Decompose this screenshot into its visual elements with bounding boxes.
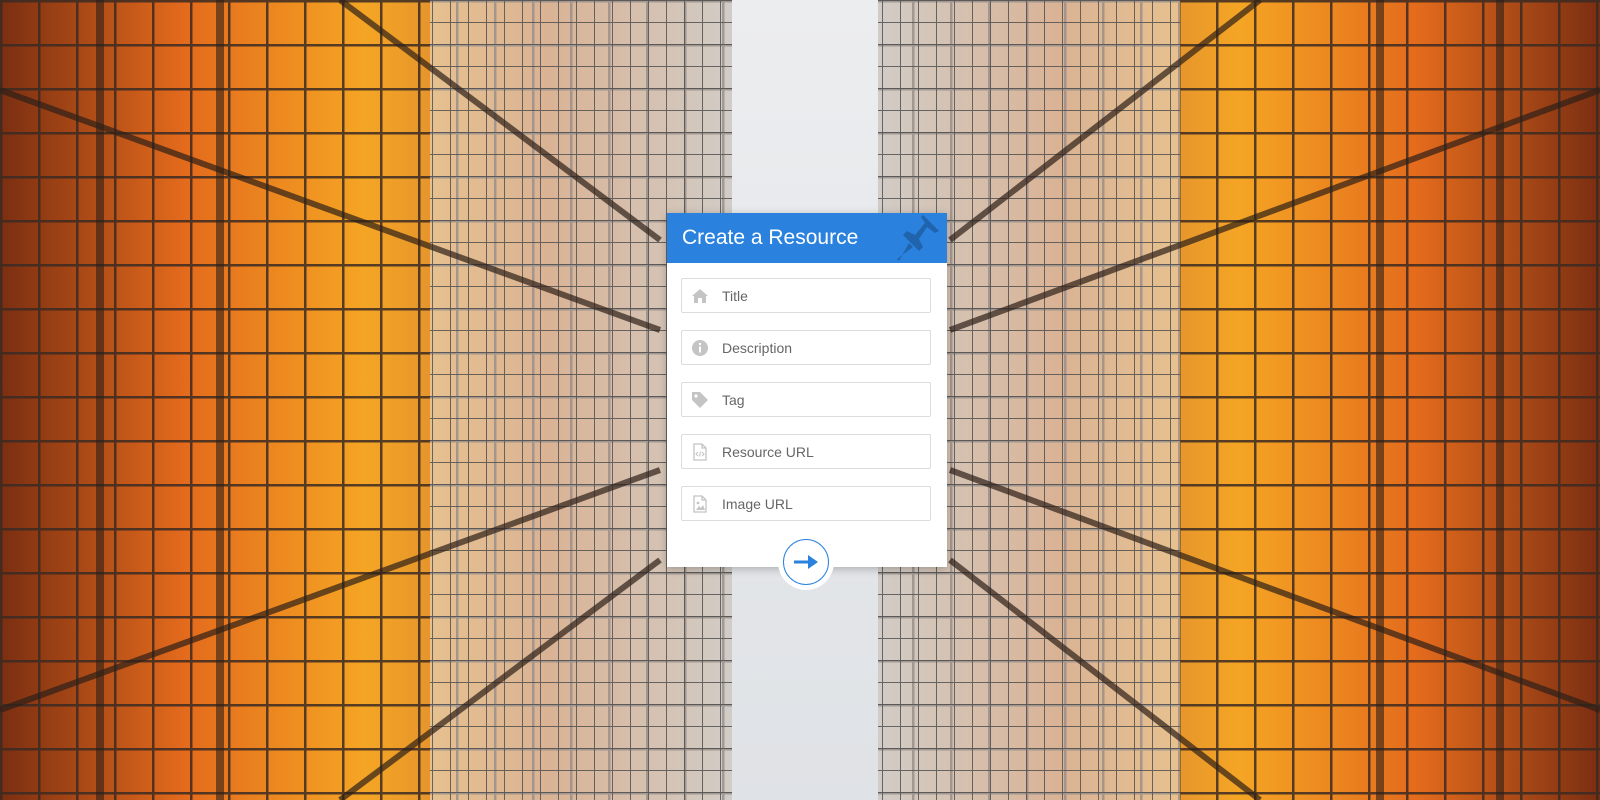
arrow-right-icon — [794, 555, 818, 569]
tag-icon — [692, 392, 708, 408]
code-file-icon — [693, 443, 707, 461]
resource-url-field[interactable] — [681, 434, 931, 469]
info-icon — [692, 340, 708, 356]
title-field[interactable] — [681, 278, 931, 313]
description-input[interactable] — [722, 331, 922, 364]
title-input[interactable] — [722, 279, 922, 312]
description-field[interactable] — [681, 330, 931, 365]
image-url-input[interactable] — [722, 487, 922, 520]
form-title: Create a Resource — [682, 226, 859, 249]
create-resource-form: Create a Resource — [667, 213, 947, 585]
pushpin-icon — [897, 215, 939, 261]
home-icon — [692, 289, 708, 303]
image-file-icon — [693, 495, 707, 513]
tag-input[interactable] — [722, 383, 922, 416]
submit-button[interactable] — [783, 539, 829, 585]
form-header: Create a Resource — [667, 213, 947, 263]
image-url-field[interactable] — [681, 486, 931, 521]
resource-url-input[interactable] — [722, 435, 922, 468]
tag-field[interactable] — [681, 382, 931, 417]
